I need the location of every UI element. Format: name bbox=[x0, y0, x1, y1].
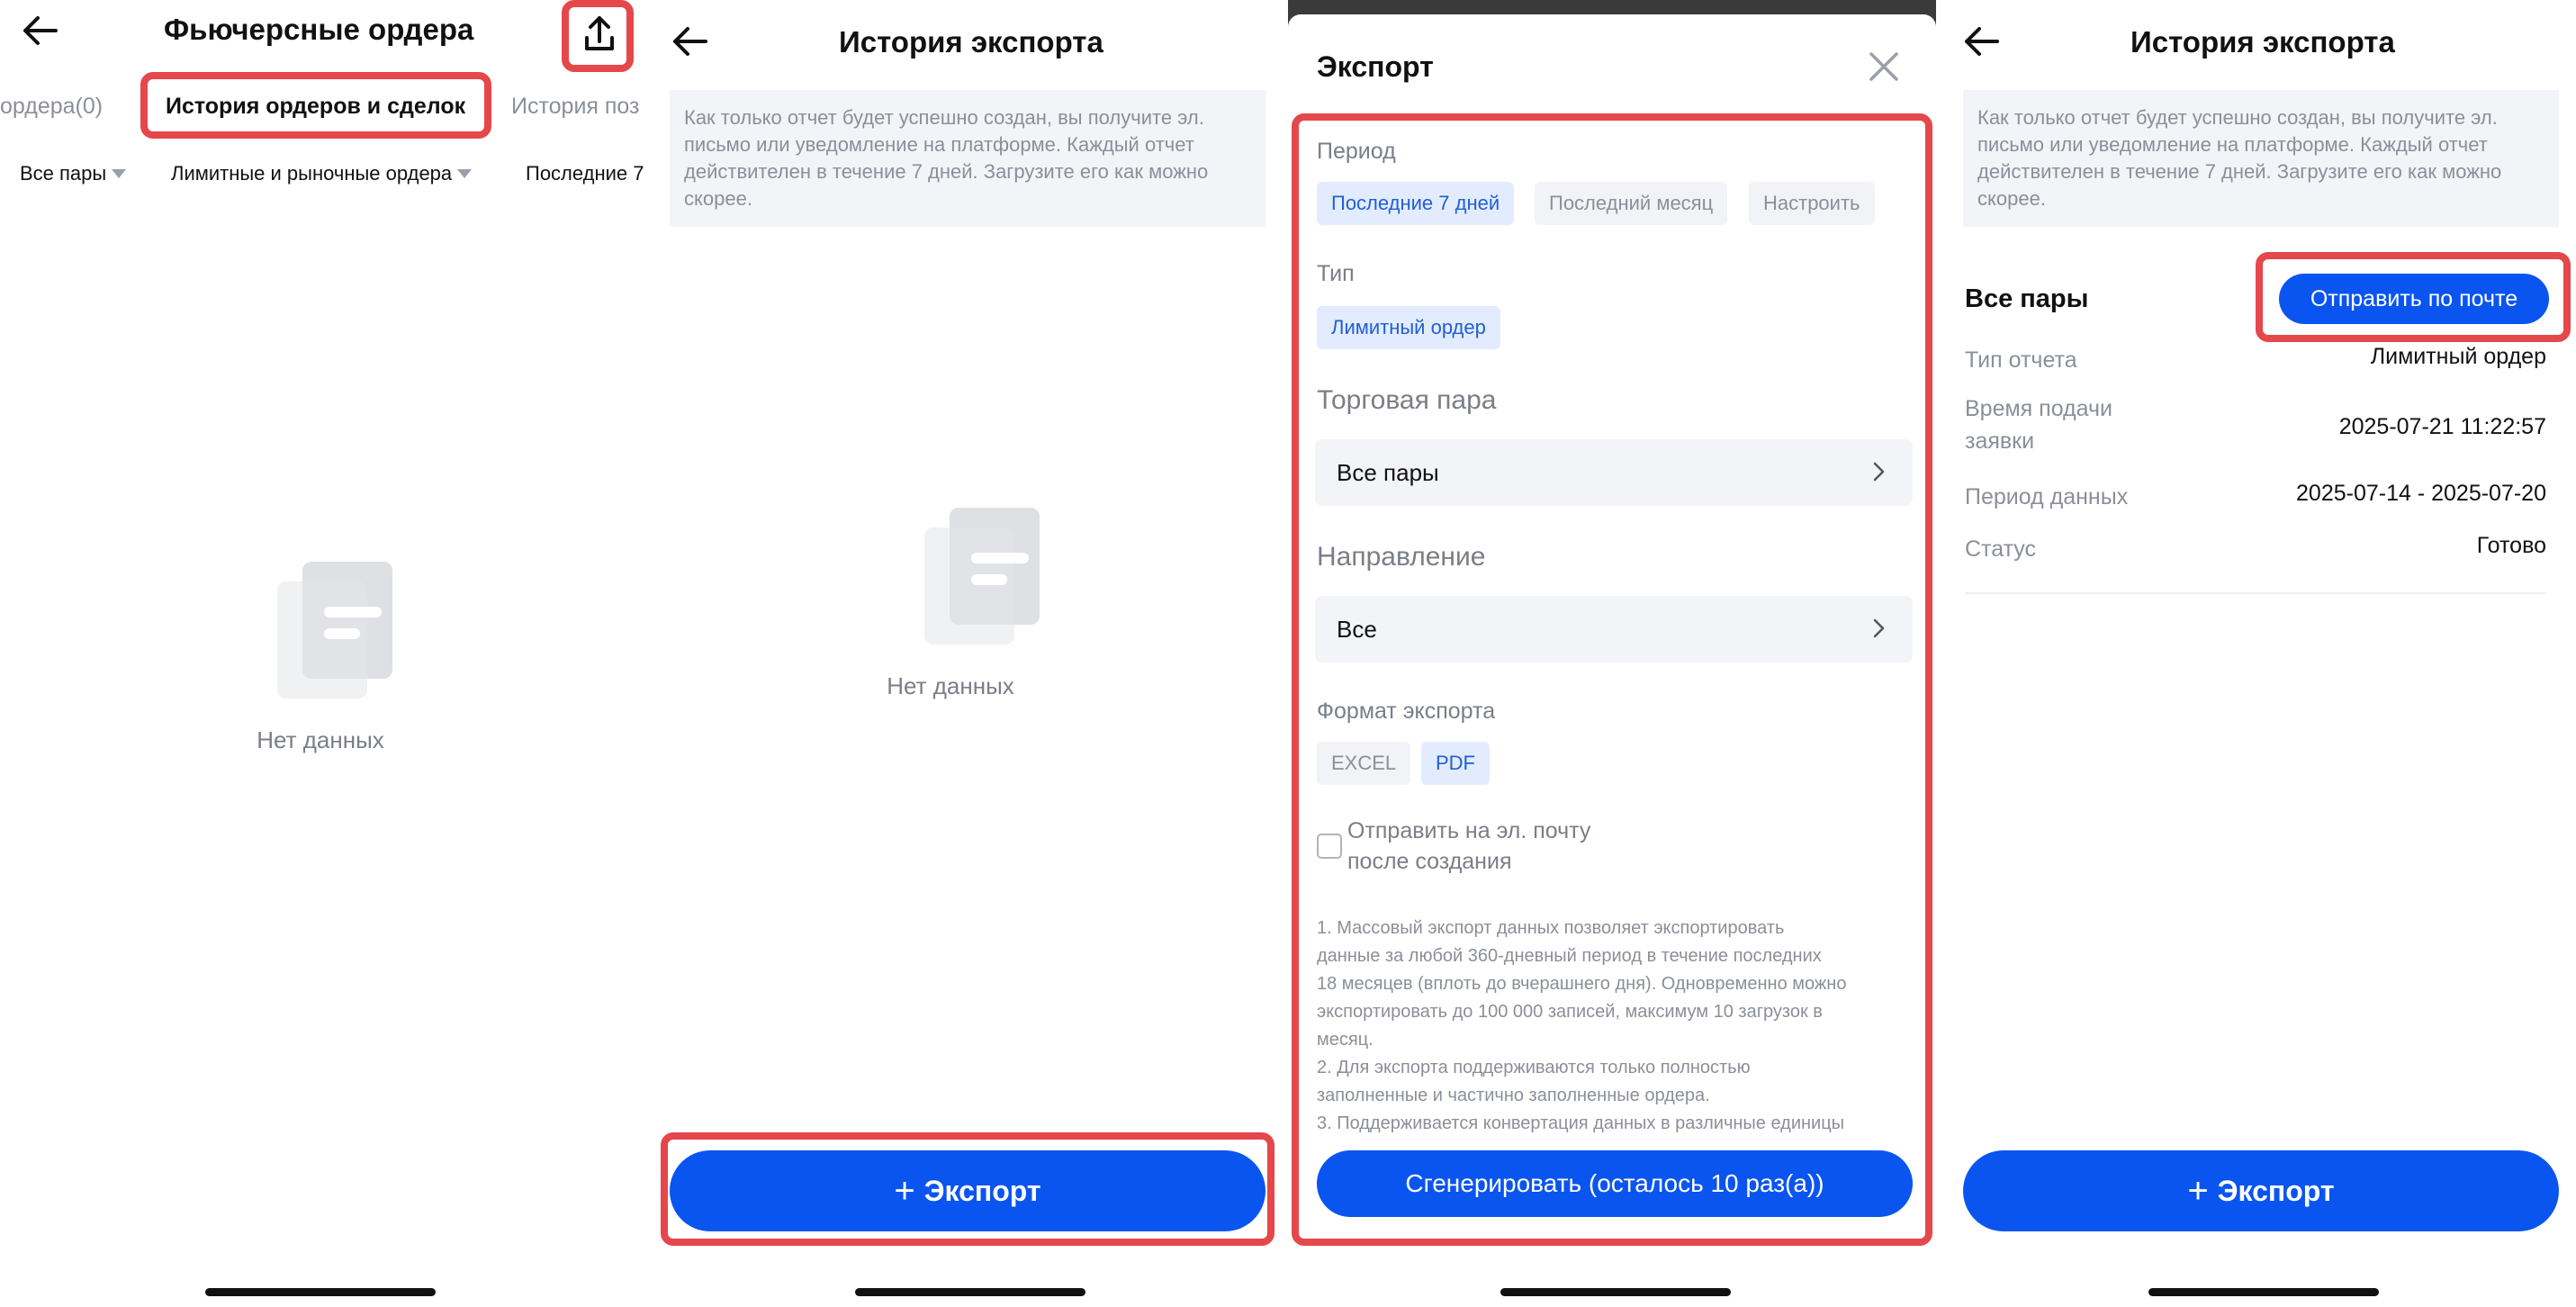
back-arrow-icon[interactable] bbox=[662, 14, 716, 68]
email-checkbox-line2: после создания bbox=[1347, 849, 1512, 874]
screen-export-history-empty: История экспорта Как только отчет будет … bbox=[644, 0, 1288, 1307]
filter-pairs-label: Все пары bbox=[20, 162, 107, 185]
direction-label: Направление bbox=[1317, 542, 1486, 572]
email-checkbox-label: Отправить на эл. почту после создания bbox=[1347, 816, 1590, 877]
export-button[interactable]: + Экспорт bbox=[1963, 1150, 2559, 1231]
submit-time-key: Время подачи заявки bbox=[1965, 392, 2112, 457]
report-type-key: Тип отчета bbox=[1965, 347, 2077, 373]
note-line: заполненные и частично заполненные ордер… bbox=[1317, 1086, 1710, 1105]
empty-label: Нет данных bbox=[887, 672, 1014, 699]
export-button-label: Экспорт bbox=[923, 1174, 1041, 1207]
divider bbox=[1965, 592, 2546, 594]
status-value: Готово bbox=[2476, 533, 2546, 558]
screen-export-history-record: История экспорта Как только отчет будет … bbox=[1936, 0, 2576, 1307]
note-line: 1. Массовый экспорт данных позволяет экс… bbox=[1317, 918, 1785, 938]
caret-down-icon bbox=[457, 169, 473, 178]
chevron-right-icon bbox=[1873, 618, 1885, 638]
data-period-value: 2025-07-14 - 2025-07-20 bbox=[2296, 481, 2546, 506]
screen-futures-orders: Фьючерсные ордера ордера(0) История орде… bbox=[0, 0, 644, 1307]
export-upload-icon[interactable] bbox=[569, 7, 630, 61]
export-button[interactable]: + Экспорт bbox=[670, 1150, 1265, 1231]
status-key: Статус bbox=[1965, 536, 2037, 562]
plus-icon: + bbox=[894, 1170, 915, 1211]
format-option-pdf[interactable]: PDF bbox=[1421, 742, 1490, 785]
note-line: данные за любой 360-дневный период в теч… bbox=[1317, 946, 1822, 966]
record-title: Все пары bbox=[1965, 284, 2089, 313]
submit-time-value: 2025-07-21 11:22:57 bbox=[2338, 414, 2546, 439]
page-title: История экспорта bbox=[2130, 25, 2395, 59]
send-email-button[interactable]: Отправить по почте bbox=[2279, 274, 2549, 324]
data-period-key: Период данных bbox=[1965, 484, 2129, 509]
order-tabs: ордера(0) История ордеров и сделок Истор… bbox=[0, 90, 644, 126]
export-button-label: Экспорт bbox=[2217, 1174, 2335, 1207]
note-line: 18 месяцев (вплоть до вчерашнего дня). О… bbox=[1317, 974, 1847, 994]
empty-state: Нет данных bbox=[230, 558, 410, 754]
home-indicator bbox=[1500, 1288, 1731, 1296]
format-option-excel[interactable]: EXCEL bbox=[1317, 742, 1411, 785]
trading-pair-select[interactable]: Все пары bbox=[1315, 439, 1913, 506]
period-option-month[interactable]: Последний месяц bbox=[1535, 182, 1728, 225]
sheet-title: Экспорт bbox=[1317, 50, 1434, 83]
format-label: Формат экспорта bbox=[1317, 699, 1496, 724]
filter-pairs[interactable]: Все пары bbox=[20, 162, 127, 185]
screen-export-sheet: Экспорт Период Последние 7 дней Последни… bbox=[1288, 0, 1936, 1307]
type-label: Тип bbox=[1317, 261, 1355, 286]
report-type-value: Лимитный ордер bbox=[2370, 344, 2546, 369]
trading-pair-value: Все пары bbox=[1337, 458, 1439, 486]
export-notes: 1. Массовый экспорт данных позволяет экс… bbox=[1317, 915, 1914, 1138]
plus-icon: + bbox=[2187, 1170, 2209, 1211]
page-title: История экспорта bbox=[839, 25, 1103, 59]
export-notice: Как только отчет будет успешно создан, в… bbox=[1963, 90, 2559, 227]
submit-time-key-line2: заявки bbox=[1965, 428, 2035, 454]
period-option-custom[interactable]: Настроить bbox=[1749, 182, 1875, 225]
home-indicator bbox=[205, 1288, 436, 1296]
tab-order-trade-history[interactable]: История ордеров и сделок bbox=[166, 94, 465, 120]
filter-period[interactable]: Последние 7 bbox=[526, 162, 644, 185]
home-indicator bbox=[2148, 1288, 2379, 1296]
note-line: экспортировать до 100 000 записей, макси… bbox=[1317, 1002, 1823, 1022]
email-checkbox-line1: Отправить на эл. почту bbox=[1347, 818, 1591, 843]
direction-select[interactable]: Все bbox=[1315, 596, 1913, 663]
generate-button[interactable]: Сгенерировать (осталось 10 раз(а)) bbox=[1317, 1150, 1913, 1217]
close-icon[interactable] bbox=[1868, 50, 1900, 83]
period-option-7-days[interactable]: Последние 7 дней bbox=[1317, 182, 1515, 225]
empty-label: Нет данных bbox=[257, 726, 384, 753]
trading-pair-label: Торговая пара bbox=[1317, 385, 1497, 415]
empty-document-icon bbox=[277, 562, 392, 699]
export-bottom-sheet: Экспорт Период Последние 7 дней Последни… bbox=[1288, 14, 1936, 1307]
tab-position-history[interactable]: История поз bbox=[511, 94, 640, 120]
empty-document-icon bbox=[924, 508, 1040, 644]
email-checkbox[interactable] bbox=[1317, 834, 1342, 859]
note-line: месяц. bbox=[1317, 1030, 1374, 1050]
filter-order-type[interactable]: Лимитные и рыночные ордера bbox=[171, 162, 473, 185]
empty-state: Нет данных bbox=[824, 504, 1076, 700]
caret-down-icon bbox=[112, 169, 127, 178]
type-option-limit[interactable]: Лимитный ордер bbox=[1317, 306, 1500, 349]
back-arrow-icon[interactable] bbox=[13, 4, 67, 58]
note-line: 3. Поддерживается конвертация данных в р… bbox=[1317, 1113, 1845, 1133]
note-line: 2. Для экспорта поддерживаются только по… bbox=[1317, 1058, 1751, 1077]
submit-time-key-line1: Время подачи bbox=[1965, 396, 2112, 421]
period-label: Период bbox=[1317, 139, 1396, 164]
direction-value: Все bbox=[1337, 615, 1377, 643]
export-notice: Как только отчет будет успешно создан, в… bbox=[670, 90, 1265, 227]
chevron-right-icon bbox=[1873, 462, 1885, 482]
filter-period-label: Последние 7 bbox=[526, 162, 644, 185]
filter-order-type-label: Лимитные и рыночные ордера bbox=[171, 162, 453, 185]
page-title: Фьючерсные ордера bbox=[164, 13, 474, 46]
home-indicator bbox=[855, 1288, 1085, 1296]
back-arrow-icon[interactable] bbox=[1954, 14, 2008, 68]
tab-open-orders[interactable]: ордера(0) bbox=[0, 94, 103, 120]
